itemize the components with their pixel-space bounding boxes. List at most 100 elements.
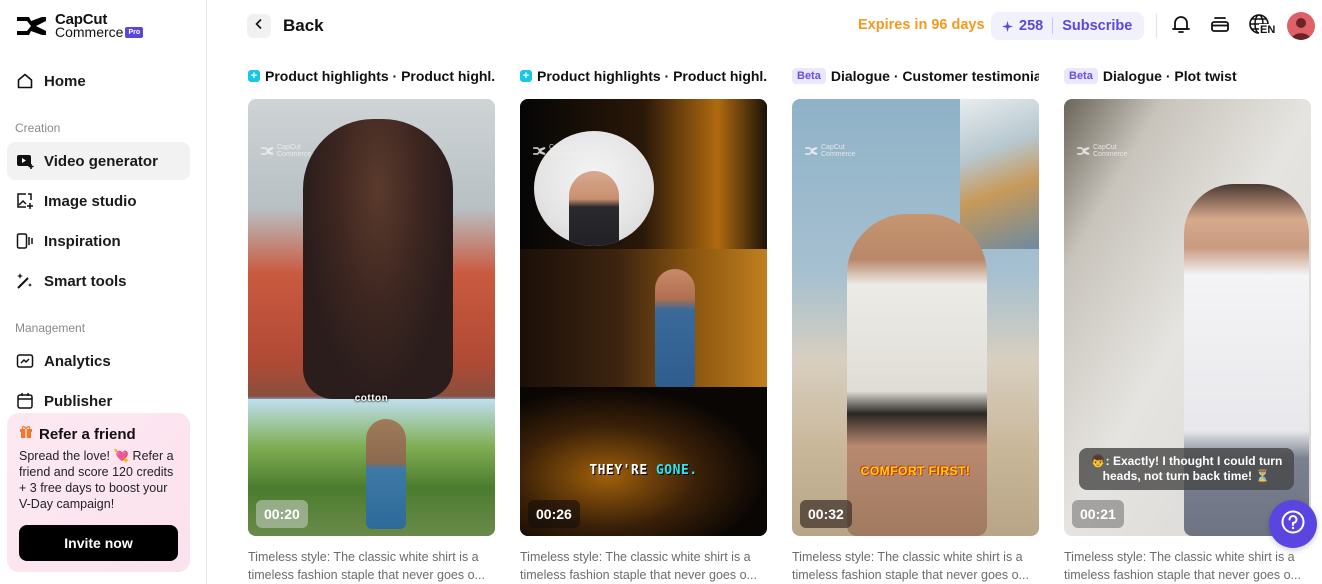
help-icon xyxy=(1280,509,1306,540)
sidebar-item-label: Image studio xyxy=(44,192,137,210)
sidebar-item-label: Smart tools xyxy=(44,272,127,290)
sidebar-item-smart-tools[interactable]: Smart tools xyxy=(7,262,190,300)
image-studio-icon xyxy=(16,192,34,210)
video-thumbnail[interactable]: CapCut Commerce COMFORT FIRST! 00:32 xyxy=(792,99,1039,536)
credits-count: 258 xyxy=(1019,18,1044,34)
projects-button[interactable] xyxy=(1207,13,1233,39)
plus-badge-icon: + xyxy=(248,70,260,82)
capcut-logo-icon xyxy=(17,17,46,35)
sidebar: CapCut Commerce Pro Home Creation Video g… xyxy=(0,0,207,584)
video-duration: 00:26 xyxy=(528,500,580,528)
calendar-icon xyxy=(16,392,34,410)
person-silhouette xyxy=(303,119,453,399)
gift-icon xyxy=(19,425,33,443)
sidebar-item-analytics[interactable]: Analytics xyxy=(7,342,190,380)
video-thumbnail[interactable]: CapCut Commerce cotton 00:20 xyxy=(248,99,495,536)
invite-now-button[interactable]: Invite now xyxy=(19,525,178,561)
globe-icon: EN xyxy=(1248,13,1280,39)
capcut-watermark-icon xyxy=(805,147,818,155)
card-title: Dialogue · Customer testimonial xyxy=(830,68,1039,84)
person-lower xyxy=(366,419,406,529)
watermark: CapCut Commerce xyxy=(804,144,855,158)
beta-badge: Beta xyxy=(1064,68,1098,84)
app-root: CapCut Commerce Pro Home Creation Video g… xyxy=(0,0,1322,584)
bell-icon xyxy=(1170,13,1192,40)
card-title: Product highlights · Product highl... xyxy=(265,68,495,84)
middle-panel xyxy=(520,249,767,387)
video-duration: 00:20 xyxy=(256,500,308,528)
card-description: Timeless style: The classic white shirt … xyxy=(1064,550,1301,582)
template-card[interactable]: Beta Dialogue · Customer testimonial Cap… xyxy=(792,66,1039,584)
dialogue-bubble: 👦: Exactly! I thought I could turn heads… xyxy=(1079,448,1294,490)
wall-art xyxy=(960,99,1039,249)
notifications-button[interactable] xyxy=(1168,13,1194,39)
watermark: CapCut Commerce xyxy=(532,144,583,158)
template-card[interactable]: + Product highlights · Product highl... … xyxy=(520,66,767,584)
card-title-row: + Product highlights · Product highl... xyxy=(248,66,495,86)
card-title-row: + Product highlights · Product highl... xyxy=(520,66,767,86)
pill-divider xyxy=(1052,18,1054,34)
video-duration: 00:21 xyxy=(1072,500,1124,528)
sidebar-item-label: Inspiration xyxy=(44,232,121,250)
analytics-icon xyxy=(16,352,34,370)
credits-subscribe-pill[interactable]: 258 Subscribe xyxy=(991,12,1144,40)
woman-figure xyxy=(655,269,695,387)
capcut-watermark-icon xyxy=(533,147,546,155)
video-generator-icon xyxy=(16,152,34,170)
sidebar-item-label: Analytics xyxy=(44,352,111,370)
user-icon xyxy=(1291,18,1311,40)
refer-a-friend-card: Refer a friend Spread the love! 💘 Refer … xyxy=(7,413,190,572)
plus-badge-icon: + xyxy=(520,70,532,82)
home-icon xyxy=(16,72,34,90)
sidebar-item-label: Video generator xyxy=(44,152,158,170)
sidebar-item-inspiration[interactable]: Inspiration xyxy=(7,222,190,260)
sidebar-item-label: Home xyxy=(44,72,86,90)
magic-wand-icon xyxy=(16,272,34,290)
template-card[interactable]: + Product highlights · Product highl... … xyxy=(248,66,495,584)
card-title-row: Beta Dialogue · Plot twist xyxy=(1064,66,1311,86)
chevron-left-icon xyxy=(253,17,265,35)
card-title-row: Beta Dialogue · Customer testimonial xyxy=(792,66,1039,86)
language-button[interactable]: EN xyxy=(1248,13,1280,39)
beta-badge: Beta xyxy=(792,68,826,84)
sparkle-icon xyxy=(1002,20,1013,32)
video-caption: THEY'RE GONE. xyxy=(589,463,698,478)
card-description: Timeless style: The classic white shirt … xyxy=(248,550,485,582)
brand-subname: Commerce xyxy=(55,24,124,40)
video-thumbnail[interactable]: CapCut Commerce THEY'RE GONE. 00:26 xyxy=(520,99,767,536)
pro-badge: Pro xyxy=(125,27,144,38)
video-caption: COMFORT FIRST! xyxy=(860,464,971,478)
subscribe-link[interactable]: Subscribe xyxy=(1062,18,1132,34)
capcut-commerce-logo[interactable]: CapCut Commerce Pro xyxy=(15,12,144,40)
topbar-divider xyxy=(1156,14,1157,38)
card-title: Dialogue · Plot twist xyxy=(1102,68,1237,84)
help-button[interactable] xyxy=(1269,500,1317,548)
template-card[interactable]: Beta Dialogue · Plot twist CapCut Commerc… xyxy=(1064,66,1311,584)
refer-description: Spread the love! 💘 Refer a friend and sc… xyxy=(19,449,174,511)
watermark: CapCut Commerce xyxy=(260,144,311,158)
language-code: EN xyxy=(1259,24,1277,36)
stack-icon xyxy=(1209,13,1231,40)
user-avatar[interactable] xyxy=(1287,12,1315,40)
video-caption: cotton xyxy=(354,393,389,404)
video-duration: 00:32 xyxy=(800,500,852,528)
back-label[interactable]: Back xyxy=(283,16,324,36)
capcut-watermark-icon xyxy=(1077,147,1090,155)
card-description: Timeless style: The classic white shirt … xyxy=(520,550,757,582)
man-figure xyxy=(847,214,987,536)
section-management: Management xyxy=(15,321,86,335)
back-button[interactable] xyxy=(247,14,271,38)
inspiration-icon xyxy=(16,232,34,250)
sidebar-item-home[interactable]: Home xyxy=(7,62,190,100)
watermark: CapCut Commerce xyxy=(1076,144,1127,158)
refer-title: Refer a friend xyxy=(39,425,136,443)
card-description: Timeless style: The classic white shirt … xyxy=(792,550,1029,582)
sidebar-item-image-studio[interactable]: Image studio xyxy=(7,182,190,220)
expiry-notice: Expires in 96 days xyxy=(858,17,985,33)
card-title: Product highlights · Product highl... xyxy=(537,68,767,84)
capcut-watermark-icon xyxy=(261,147,274,155)
sidebar-item-label: Publisher xyxy=(44,392,113,410)
sidebar-item-video-generator[interactable]: Video generator xyxy=(7,142,190,180)
video-thumbnail[interactable]: CapCut Commerce 👦: Exactly! I thought I c… xyxy=(1064,99,1311,536)
section-creation: Creation xyxy=(15,121,61,135)
